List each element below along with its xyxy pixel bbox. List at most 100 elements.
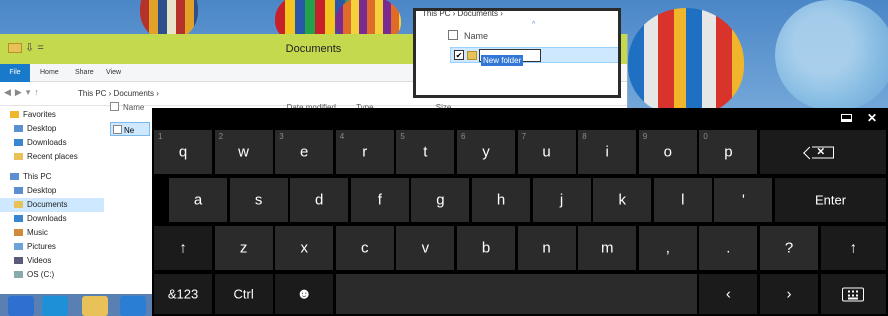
key-f[interactable]: f — [350, 178, 409, 222]
key-comma[interactable]: , — [638, 226, 697, 270]
nav-item[interactable]: Recent places — [0, 150, 104, 164]
key-z[interactable]: z — [214, 226, 273, 270]
key-b[interactable]: b — [457, 226, 515, 270]
star-icon — [10, 111, 19, 118]
key-number-hint: 5 — [400, 132, 405, 141]
key-j[interactable]: j — [532, 178, 591, 222]
key-i[interactable]: 8i — [578, 130, 637, 174]
key-number-hint: 3 — [279, 132, 284, 141]
key-r[interactable]: 4r — [335, 130, 394, 174]
backspace-key[interactable] — [760, 130, 886, 174]
file-row-new-folder[interactable]: ✔ New folder — [450, 47, 618, 66]
key-d[interactable]: d — [290, 178, 349, 222]
key-label: Enter — [814, 192, 847, 208]
key-p[interactable]: 0p — [699, 130, 758, 174]
rename-selected-text: New folder — [481, 55, 524, 66]
tab-view[interactable]: View — [106, 69, 121, 76]
key-k[interactable]: k — [593, 178, 652, 222]
key-m[interactable]: m — [578, 226, 637, 270]
key-label: u — [542, 143, 551, 161]
documents-icon — [14, 201, 23, 208]
key-question[interactable]: ? — [760, 226, 818, 270]
nav-item[interactable]: Favorites — [0, 108, 104, 122]
nav-item[interactable]: Music — [0, 226, 104, 240]
ie-taskbar-icon[interactable] — [42, 296, 68, 316]
sort-arrow-icon: ^ — [532, 21, 536, 28]
touch-keyboard: ✕ 1q2w3e4r5t6y7u8i9o0pasdfghjkl'Enter↑zx… — [152, 108, 888, 316]
key-c[interactable]: c — [335, 226, 394, 270]
nav-item-label: Desktop — [27, 124, 57, 133]
ctrl-key[interactable]: Ctrl — [214, 274, 273, 314]
key-e[interactable]: 3e — [275, 130, 334, 174]
breadcrumb[interactable]: This PC › Documents › — [78, 89, 159, 98]
shift-right-key[interactable]: ↑ — [820, 226, 886, 270]
downloads-icon — [14, 139, 23, 146]
keyboard-layout-key[interactable] — [820, 274, 886, 314]
backspace-icon — [812, 144, 834, 159]
key-q[interactable]: 1q — [154, 130, 212, 174]
key-label: h — [496, 191, 506, 209]
nav-item[interactable]: Documents — [0, 198, 104, 212]
shift-left-key[interactable]: ↑ — [154, 226, 212, 270]
nav-item[interactable]: Desktop — [0, 122, 104, 136]
close-keyboard-icon[interactable]: ✕ — [862, 111, 882, 125]
file-explorer-taskbar-icon[interactable] — [82, 296, 108, 316]
symbols-key[interactable]: &123 — [154, 274, 212, 314]
select-all-checkbox[interactable] — [110, 102, 119, 111]
key-a[interactable]: a — [169, 178, 227, 222]
key-label: c — [361, 239, 369, 257]
emoji-key[interactable]: ☻ — [275, 274, 334, 314]
key-h[interactable]: h — [472, 178, 530, 222]
start-button[interactable] — [8, 296, 34, 316]
key-number-hint: 0 — [703, 132, 708, 141]
key-label: y — [482, 143, 490, 161]
nav-item[interactable]: Desktop — [0, 184, 104, 198]
key-t[interactable]: 5t — [396, 130, 455, 174]
select-all-checkbox[interactable] — [448, 30, 458, 40]
navigation-buttons[interactable]: ◀▶▾↑ — [4, 87, 43, 98]
key-u[interactable]: 7u — [517, 130, 576, 174]
nav-item[interactable]: Downloads — [0, 212, 104, 226]
nav-item[interactable]: OS (C:) — [0, 268, 104, 282]
store-taskbar-icon[interactable] — [120, 296, 146, 316]
tab-share[interactable]: Share — [75, 69, 94, 76]
spacebar-key[interactable] — [335, 274, 697, 314]
tab-home[interactable]: Home — [40, 69, 59, 76]
file-row-new-folder[interactable]: Ne — [110, 122, 150, 136]
rename-input[interactable]: New folder — [479, 49, 541, 66]
nav-item-label: Documents — [27, 200, 68, 209]
key-o[interactable]: 9o — [638, 130, 697, 174]
nav-item[interactable]: Pictures — [0, 240, 104, 254]
left-arrow-key[interactable]: ‹ — [699, 274, 758, 314]
key-n[interactable]: n — [517, 226, 576, 270]
key-s[interactable]: s — [229, 178, 288, 222]
key-v[interactable]: v — [396, 226, 455, 270]
recent-places-icon — [14, 153, 23, 160]
right-arrow-key[interactable]: › — [760, 274, 818, 314]
key-label: e — [300, 143, 309, 161]
key-label: w — [238, 143, 250, 161]
key-l[interactable]: l — [653, 178, 712, 222]
key-number-hint: 6 — [461, 132, 466, 141]
nav-item[interactable]: Downloads — [0, 136, 104, 150]
tab-file[interactable]: File — [0, 64, 30, 82]
checkbox-checked-icon[interactable]: ✔ — [454, 50, 464, 60]
key-label: s — [254, 191, 263, 209]
nav-item-label: Downloads — [27, 138, 67, 147]
key-w[interactable]: 2w — [214, 130, 273, 174]
nav-item[interactable]: Videos — [0, 254, 104, 268]
column-header-name[interactable]: Name — [448, 30, 488, 41]
key-apostrophe[interactable]: ' — [714, 178, 773, 222]
key-y[interactable]: 6y — [457, 130, 515, 174]
key-label: g — [436, 191, 445, 209]
key-label: z — [239, 239, 248, 257]
rename-zoom-popup: This PC › Documents › ^ Name ✔ New folde… — [413, 8, 621, 98]
key-g[interactable]: g — [411, 178, 470, 222]
key-period[interactable]: . — [699, 226, 758, 270]
row-checkbox[interactable] — [113, 125, 122, 134]
enter-key[interactable]: Enter — [775, 178, 886, 222]
column-name[interactable]: Name — [123, 103, 144, 112]
nav-item[interactable]: This PC — [0, 170, 104, 184]
key-x[interactable]: x — [275, 226, 334, 270]
dock-keyboard-icon[interactable] — [836, 111, 856, 125]
